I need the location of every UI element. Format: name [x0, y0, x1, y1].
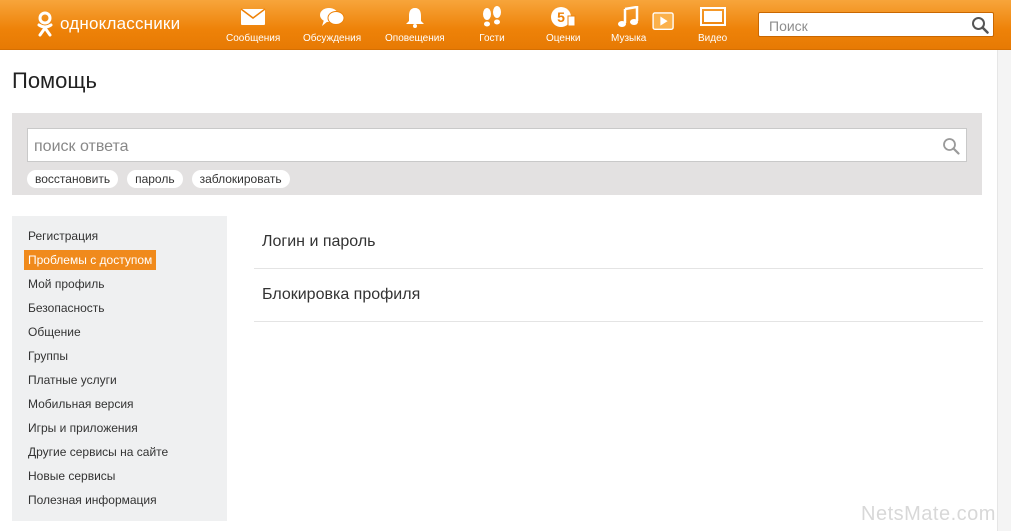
sidebar-item-label: Безопасность	[28, 301, 105, 315]
top-bar: одноклассники Сообщения Обсуждения Опове…	[0, 0, 1011, 50]
nav-label: Музыка	[611, 33, 647, 44]
nav-label: Видео	[698, 33, 728, 44]
sidebar-item-communication[interactable]: Общение	[24, 322, 227, 346]
topic-profile-block[interactable]: Блокировка профиля	[254, 269, 983, 322]
nav-ratings[interactable]: 5 Оценки	[546, 6, 580, 46]
suggestion-chip[interactable]: заблокировать	[191, 170, 290, 188]
ok-logo-icon	[37, 11, 53, 37]
sidebar-item-label: Проблемы с доступом	[24, 250, 157, 270]
search-icon[interactable]	[971, 16, 989, 34]
rating-five-icon: 5	[551, 7, 576, 27]
suggestion-chip[interactable]: восстановить	[27, 170, 119, 188]
logo-text: одноклассники	[60, 14, 181, 33]
page-title: Помощь	[12, 68, 97, 93]
help-sidebar: Регистрация Проблемы с доступом Мой проф…	[12, 216, 227, 521]
nav-notifications[interactable]: Оповещения	[385, 6, 445, 46]
sidebar-item-new-services[interactable]: Новые сервисы	[24, 466, 227, 490]
nav-video[interactable]: Видео	[698, 6, 727, 46]
sidebar-item-label: Игры и приложения	[28, 421, 138, 435]
svg-text:5: 5	[557, 9, 565, 25]
nav-guests[interactable]: Гости	[479, 6, 505, 46]
sidebar-item-groups[interactable]: Группы	[24, 346, 227, 370]
sidebar-item-label: Мобильная версия	[28, 397, 134, 411]
suggestion-chip[interactable]: пароль	[127, 170, 183, 188]
sidebar-item-paid-services[interactable]: Платные услуги	[24, 370, 227, 394]
nav-music-play[interactable]	[652, 12, 676, 52]
bell-icon	[405, 8, 424, 28]
sidebar-item-security[interactable]: Безопасность	[24, 298, 227, 322]
search-suggestions: восстановить пароль заблокировать	[27, 170, 290, 188]
nav-music[interactable]: Музыка	[611, 6, 646, 46]
search-icon[interactable]	[942, 137, 960, 155]
sidebar-item-label: Платные услуги	[28, 373, 117, 387]
nav-label: Обсуждения	[303, 33, 362, 44]
envelope-icon	[240, 8, 266, 25]
nav-label: Гости	[479, 33, 505, 44]
help-topics: Логин и пароль Блокировка профиля	[254, 216, 983, 322]
help-search-input[interactable]	[32, 135, 926, 159]
logo[interactable]: одноклассники	[36, 10, 180, 38]
sidebar-item-label: Регистрация	[28, 229, 99, 243]
speech-bubbles-icon	[320, 8, 345, 26]
help-search-panel: восстановить пароль заблокировать	[12, 113, 982, 195]
sidebar-item-useful-info[interactable]: Полезная информация	[24, 490, 227, 514]
sidebar-list: Регистрация Проблемы с доступом Мой проф…	[12, 216, 227, 514]
page-right-gutter	[997, 50, 1011, 531]
nav-label: Оповещения	[385, 33, 445, 44]
music-note-icon	[617, 6, 638, 27]
watermark: NetsMate.com	[861, 503, 996, 525]
nav-discussions[interactable]: Обсуждения	[303, 6, 361, 46]
sidebar-item-label: Общение	[28, 325, 81, 339]
header-search-input[interactable]	[767, 16, 966, 36]
nav-label: Оценки	[546, 33, 581, 44]
footprints-icon	[483, 6, 501, 27]
sidebar-item-label: Группы	[28, 349, 68, 363]
nav-messages[interactable]: Сообщения	[226, 6, 280, 46]
sidebar-item-registration[interactable]: Регистрация	[24, 226, 227, 250]
sidebar-item-other-services[interactable]: Другие сервисы на сайте	[24, 442, 227, 466]
sidebar-item-label: Полезная информация	[28, 493, 157, 507]
video-icon	[699, 7, 726, 26]
sidebar-item-games-apps[interactable]: Игры и приложения	[24, 418, 227, 442]
sidebar-item-access-problems[interactable]: Проблемы с доступом	[24, 250, 227, 274]
play-icon	[652, 12, 674, 30]
sidebar-item-label: Новые сервисы	[28, 469, 116, 483]
header-search	[758, 12, 994, 37]
sidebar-item-label: Мой профиль	[28, 277, 105, 291]
help-search-box	[27, 128, 967, 162]
nav-label: Сообщения	[226, 33, 281, 44]
topic-login-password[interactable]: Логин и пароль	[254, 216, 983, 269]
sidebar-item-my-profile[interactable]: Мой профиль	[24, 274, 227, 298]
sidebar-item-mobile-version[interactable]: Мобильная версия	[24, 394, 227, 418]
sidebar-item-label: Другие сервисы на сайте	[28, 445, 169, 459]
